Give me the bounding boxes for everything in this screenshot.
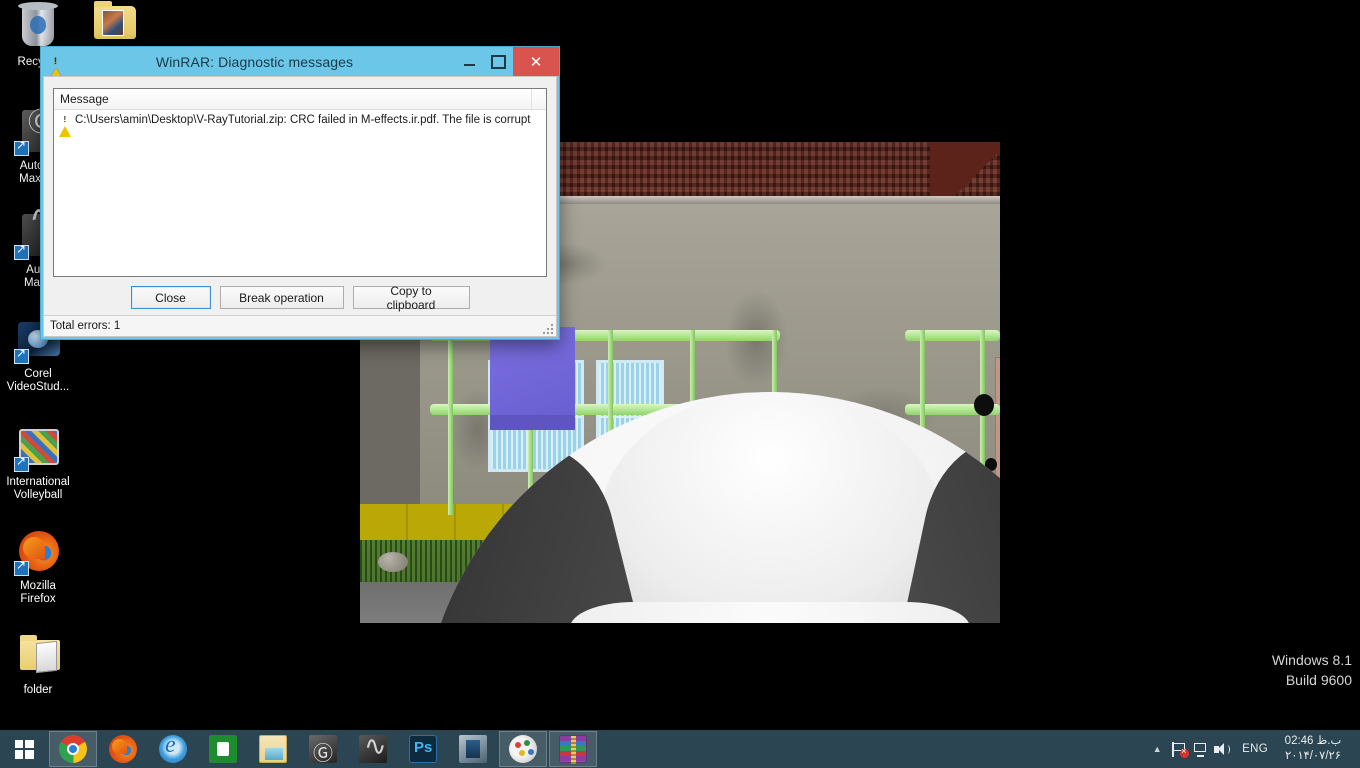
desktop-icon-label: Volleyball xyxy=(13,489,63,501)
taskbar-3dsmax[interactable] xyxy=(299,731,347,767)
desktop-icon-label: folder xyxy=(23,684,53,696)
volume-button[interactable] xyxy=(1212,730,1234,768)
windows-logo-icon xyxy=(14,739,34,759)
render-purple-panel-shadow xyxy=(490,415,575,430)
dialog-titlebar[interactable]: WinRAR: Diagnostic messages ✕ xyxy=(41,47,559,82)
desktop-icon-international-volleyball[interactable]: International Volleyball xyxy=(0,424,76,502)
windows-store-icon xyxy=(209,735,237,763)
recycle-bin-icon xyxy=(14,2,62,52)
taskbar-store[interactable] xyxy=(199,731,247,767)
desktop-icon-folder[interactable]: folder xyxy=(0,632,76,697)
desktop[interactable]: Recycle Autode Max 20 Auto Maya Corel Vi… xyxy=(0,0,1360,768)
shortcut-arrow-icon xyxy=(14,243,29,260)
clock[interactable]: ب.ظ 02:46 ۲۰۱۴/۰۷/۲۶ xyxy=(1276,734,1354,764)
action-center-button[interactable] xyxy=(1168,730,1190,768)
application-icon xyxy=(459,735,487,763)
dialog-body: Message C:\Users\amin\Desktop\V-RayTutor… xyxy=(43,76,557,337)
shortcut-arrow-icon xyxy=(14,455,29,472)
desktop-icon-label: VideoStud... xyxy=(6,381,70,393)
close-window-button[interactable]: ✕ xyxy=(513,47,559,76)
desktop-icon-label: International xyxy=(6,476,70,488)
ball-white-panel-lower xyxy=(570,602,970,623)
desktop-icon-label: Corel xyxy=(24,368,52,380)
resize-grip[interactable] xyxy=(541,322,553,334)
taskbar[interactable]: ▲ ENG ب.ظ 02:46 ۲۰۱۴/۰۷/۲۶ xyxy=(0,730,1360,768)
winrar-diagnostic-dialog[interactable]: WinRAR: Diagnostic messages ✕ Message C:… xyxy=(40,46,560,340)
warning-icon xyxy=(48,53,64,82)
network-button[interactable] xyxy=(1190,730,1212,768)
taskbar-winrar[interactable] xyxy=(549,731,597,767)
clock-date: ۲۰۱۴/۰۷/۲۶ xyxy=(1285,750,1341,762)
close-button[interactable]: Close xyxy=(130,286,211,309)
desktop-icon-mozilla-firefox[interactable]: Mozilla Firefox xyxy=(0,528,76,606)
dialog-statusbar: Total errors: 1 xyxy=(44,315,556,336)
volume-icon xyxy=(1214,742,1232,757)
taskbar-paint[interactable] xyxy=(499,731,547,767)
watermark-line1: Windows 8.1 xyxy=(1271,652,1352,668)
taskbar-firefox[interactable] xyxy=(99,731,147,767)
dialog-title: WinRAR: Diagnostic messages xyxy=(155,53,354,70)
shortcut-arrow-icon xyxy=(14,347,29,364)
folder-icon xyxy=(14,632,62,680)
show-hidden-icons-button[interactable]: ▲ xyxy=(1146,730,1168,768)
windows-watermark: Windows 8.1 Build 9600 xyxy=(1272,650,1352,690)
minimize-button[interactable] xyxy=(455,51,484,72)
message-text: C:\Users\amin\Desktop\V-RayTutorial.zip:… xyxy=(75,114,531,126)
winrar-icon xyxy=(559,735,587,764)
desktop-icon-label: Firefox xyxy=(20,593,56,605)
shortcut-arrow-icon xyxy=(14,559,29,576)
render-rock xyxy=(378,552,408,572)
taskbar-explorer[interactable] xyxy=(249,731,297,767)
taskbar-ie[interactable] xyxy=(149,731,197,767)
column-header-message[interactable]: Message xyxy=(54,89,532,110)
messages-listview[interactable]: Message C:\Users\amin\Desktop\V-RayTutor… xyxy=(53,88,547,277)
start-button[interactable] xyxy=(0,730,48,768)
action-center-flag-icon xyxy=(1171,741,1189,758)
autodesk-maya-icon xyxy=(359,731,387,763)
render-purple-panel xyxy=(490,327,575,417)
maximize-button[interactable] xyxy=(484,51,513,72)
break-operation-button[interactable]: Break operation xyxy=(219,286,344,309)
copy-to-clipboard-button[interactable]: Copy to clipboard xyxy=(352,284,470,312)
taskbar-photoshop[interactable] xyxy=(399,731,447,767)
taskbar-app[interactable] xyxy=(449,731,497,767)
warning-icon xyxy=(59,114,72,137)
file-explorer-icon xyxy=(259,735,287,763)
ball-white-panel xyxy=(600,392,940,612)
taskbar-chrome[interactable] xyxy=(49,731,97,767)
system-tray[interactable]: ▲ ENG ب.ظ 02:46 ۲۰۱۴/۰۷/۲۶ xyxy=(1146,730,1360,768)
column-header-empty[interactable] xyxy=(532,89,546,110)
desktop-icon-pictures-folder[interactable] xyxy=(76,0,152,52)
google-chrome-icon xyxy=(59,735,87,763)
watermark-line2: Build 9600 xyxy=(1285,672,1352,688)
photoshop-icon xyxy=(409,735,437,763)
clock-time: ب.ظ 02:46 xyxy=(1284,735,1342,747)
network-icon xyxy=(1193,742,1210,757)
table-row[interactable]: C:\Users\amin\Desktop\V-RayTutorial.zip:… xyxy=(54,110,546,137)
autodesk-3ds-max-icon xyxy=(309,735,337,766)
taskbar-maya[interactable] xyxy=(349,731,397,767)
pictures-folder-icon xyxy=(90,0,138,48)
paint-icon xyxy=(509,735,537,763)
language-indicator[interactable]: ENG xyxy=(1234,743,1276,755)
chevron-up-icon: ▲ xyxy=(1152,744,1162,754)
mozilla-firefox-icon xyxy=(109,735,137,763)
internet-explorer-icon xyxy=(159,732,187,763)
shortcut-arrow-icon xyxy=(14,139,29,156)
dialog-button-row: Close Break operation Copy to clipboard xyxy=(44,284,556,312)
international-volleyball-icon xyxy=(14,424,62,472)
listview-header: Message xyxy=(54,89,546,110)
mozilla-firefox-icon xyxy=(14,528,62,576)
total-errors-text: Total errors: 1 xyxy=(50,320,121,332)
render-dot xyxy=(974,394,994,416)
desktop-icon-label: Mozilla xyxy=(20,580,56,592)
